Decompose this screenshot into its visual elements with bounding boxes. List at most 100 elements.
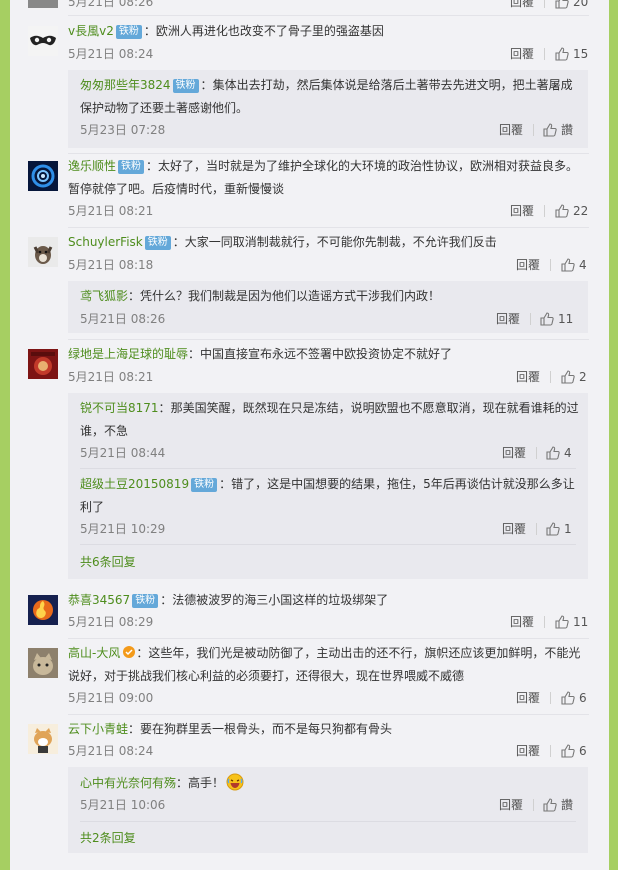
action-separator	[550, 692, 551, 704]
laughing-emoji-icon	[226, 773, 244, 791]
like-button[interactable]: 讚	[543, 797, 573, 813]
comment-text: 大家一同取消制裁就行，不可能你先制裁，不允许我们反击	[184, 235, 497, 249]
thumbs-up-icon	[555, 615, 569, 629]
avatar[interactable]	[28, 237, 58, 267]
like-button[interactable]: 讚	[543, 122, 573, 138]
like-count: 15	[573, 47, 589, 61]
avatar[interactable]	[28, 161, 58, 191]
comment-time: 5月21日 08:24	[68, 47, 154, 61]
comment-time: 5月21日 08:26	[68, 0, 154, 9]
like-button[interactable]: 15	[555, 46, 588, 62]
username-link[interactable]: 超级土豆20150819	[80, 477, 189, 491]
comment-body: 恭喜34567 铁粉 ：法德被波罗的海三小国这样的垃圾绑架了	[68, 593, 389, 608]
username-link[interactable]: v長風v2	[68, 24, 114, 38]
action-separator	[533, 799, 534, 811]
like-button[interactable]: 11	[540, 311, 573, 327]
fan-badge[interactable]: 铁粉	[144, 236, 171, 250]
reply-button[interactable]: 回覆	[496, 311, 520, 327]
view-more-replies-link[interactable]: 共2条回复	[80, 830, 136, 846]
sub-reply-body: 超级土豆20150819 铁粉 ：错了，这是中国想要的结果，拖住，5年后再谈估计就没…	[80, 477, 575, 492]
sub-reply-body: 鸢飞狐影：凭什么？我们制裁是因为他们以造谣方式干涉我们内政！	[80, 289, 441, 303]
reply-button[interactable]: 回覆	[502, 521, 526, 537]
like-button[interactable]: 6	[561, 743, 587, 759]
avatar[interactable]	[28, 349, 58, 379]
like-count: 4	[579, 258, 587, 272]
like-button[interactable]: 4	[561, 257, 587, 273]
like-count: 11	[573, 615, 589, 629]
avatar[interactable]	[28, 26, 58, 56]
action-separator	[536, 447, 537, 459]
reply-button[interactable]: 回覆	[510, 0, 534, 10]
reply-button[interactable]: 回覆	[499, 122, 523, 138]
reply-button[interactable]: 回覆	[510, 203, 534, 219]
like-count: 11	[558, 312, 574, 326]
thumbs-up-icon	[561, 370, 575, 384]
divider	[68, 714, 589, 715]
reply-divider	[80, 544, 576, 545]
reply-text: 高手！	[188, 776, 225, 790]
reply-text: 凭什么？我们制裁是因为他们以造谣方式干涉我们内政！	[140, 289, 441, 303]
like-button[interactable]: 4	[546, 445, 572, 461]
comment-time: 5月21日 09:00	[68, 691, 154, 705]
action-separator	[544, 205, 545, 217]
sub-reply-box: 鸢飞狐影：凭什么？我们制裁是因为他们以造谣方式干涉我们内政！ 5月21日 08:…	[68, 281, 588, 333]
reply-button[interactable]: 回覆	[510, 614, 534, 630]
fan-badge[interactable]: 铁粉	[115, 25, 142, 39]
username-link[interactable]: 云下小青蛙	[68, 722, 128, 736]
comment-time: 5月21日 08:21	[68, 370, 154, 384]
like-count: 4	[564, 446, 572, 460]
avatar[interactable]	[28, 0, 58, 8]
reply-button[interactable]: 回覆	[510, 46, 534, 62]
reply-button[interactable]: 回覆	[516, 743, 540, 759]
username-link[interactable]: 逸乐顺性	[68, 159, 116, 173]
thumbs-up-icon	[546, 522, 560, 536]
verified-icon	[122, 645, 136, 659]
thumbs-up-icon	[540, 312, 554, 326]
username-link[interactable]: SchuylerFisk	[68, 235, 143, 249]
avatar[interactable]	[28, 648, 58, 678]
comment-text-cont: 暂停就停了吧。后疫情时代，重新慢慢谈	[68, 182, 285, 196]
username-link[interactable]: 心中有光奈何有殇	[80, 776, 176, 790]
divider	[68, 339, 589, 340]
reply-button[interactable]: 回覆	[516, 257, 540, 273]
page-left-border	[0, 0, 10, 870]
view-more-replies-link[interactable]: 共6条回复	[80, 554, 136, 570]
like-button[interactable]: 6	[561, 690, 587, 706]
reply-button[interactable]: 回覆	[516, 369, 540, 385]
fire-avatar-image	[28, 595, 58, 625]
reply-button[interactable]: 回覆	[502, 445, 526, 461]
like-button[interactable]: 11	[555, 614, 588, 630]
fan-badge[interactable]: 铁粉	[191, 478, 218, 492]
action-separator	[536, 523, 537, 535]
action-separator	[550, 745, 551, 757]
username-link[interactable]: 匆匆那些年3824	[80, 78, 171, 92]
like-button[interactable]: 2	[561, 369, 587, 385]
reply-time: 5月21日 10:06	[80, 798, 166, 812]
username-link[interactable]: 鸢飞狐影	[80, 289, 128, 303]
like-count: 20	[573, 0, 589, 9]
red-emblem-avatar-image	[28, 349, 58, 379]
fan-badge[interactable]: 铁粉	[132, 594, 159, 608]
action-separator	[533, 124, 534, 136]
like-button[interactable]: 20	[555, 0, 588, 10]
like-button[interactable]: 1	[546, 521, 572, 537]
reply-button[interactable]: 回覆	[499, 797, 523, 813]
reply-divider	[80, 821, 576, 822]
reply-time: 5月23日 07:28	[80, 123, 166, 137]
comment-text: 法德被波罗的海三小国这样的垃圾绑架了	[172, 593, 389, 607]
action-separator	[530, 313, 531, 325]
like-count: 6	[579, 691, 587, 705]
thumbs-up-icon	[555, 204, 569, 218]
username-link[interactable]: 恭喜34567	[68, 593, 130, 607]
username-link[interactable]: 绿地是上海足球的耻辱	[68, 347, 188, 361]
comment-text: 要在狗群里丢一根骨头，而不是每只狗都有骨头	[140, 722, 393, 736]
avatar[interactable]	[28, 724, 58, 754]
username-link[interactable]: 高山-大风	[68, 646, 120, 660]
fan-badge[interactable]: 铁粉	[118, 160, 145, 174]
fan-badge[interactable]: 铁粉	[172, 79, 199, 93]
like-button[interactable]: 22	[555, 203, 588, 219]
reply-button[interactable]: 回覆	[516, 690, 540, 706]
vortex-avatar-image	[28, 161, 58, 191]
avatar[interactable]	[28, 595, 58, 625]
username-link[interactable]: 锐不可当8171	[80, 401, 159, 415]
